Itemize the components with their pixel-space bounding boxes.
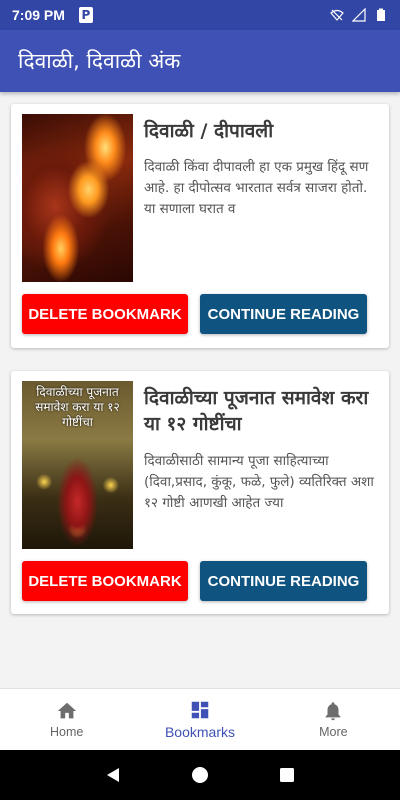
bookmark-description: दिवाळीसाठी सामान्य पूजा साहित्याच्या (दि… [144,453,374,511]
bookmark-list[interactable]: दिवाळी / दीपावली दिवाळी किंवा दीपावली हा… [0,92,400,688]
recents-icon[interactable] [278,766,296,784]
bookmark-description: दिवाळी किंवा दीपावली हा एक प्रमुख हिंदू … [144,159,369,217]
bookmark-title[interactable]: दिवाळी / दीपावली [144,118,380,144]
wifi-off-icon [330,9,344,21]
app-bar: दिवाळी, दिवाळी अंक [0,30,400,92]
nav-home[interactable]: Home [0,689,133,750]
page-title: दिवाळी, दिवाळी अंक [18,49,181,73]
system-navigation-bar [0,750,400,800]
nav-bookmarks[interactable]: Bookmarks [133,689,266,750]
delete-bookmark-button[interactable]: DELETE BOOKMARK [22,294,188,334]
status-time: 7:09 PM [12,7,65,23]
back-icon[interactable] [104,766,122,784]
bookmarks-icon [191,701,209,719]
continue-reading-button[interactable]: CONTINUE READING [200,294,367,334]
home-circle-icon[interactable] [191,766,209,784]
parking-notification-icon: P [78,7,93,23]
diya-thumbnail[interactable] [22,114,133,282]
status-bar: 7:09 PM P [0,0,400,30]
puja-thumbnail[interactable]: दिवाळीच्या पूजनात समावेश करा या १२ गोष्ट… [22,381,133,549]
bookmark-title[interactable]: दिवाळीच्या पूजनात समावेश करा या १२ गोष्ट… [144,385,380,437]
bookmark-card[interactable]: दिवाळीच्या पूजनात समावेश करा या १२ गोष्ट… [11,371,389,614]
thumbnail-caption: दिवाळीच्या पूजनात समावेश करा या १२ गोष्ट… [35,385,120,429]
nav-more[interactable]: More [267,689,400,750]
continue-reading-button[interactable]: CONTINUE READING [200,561,367,601]
battery-icon [377,8,385,21]
bottom-navigation: Home Bookmarks More [0,688,400,750]
nav-bookmarks-label: Bookmarks [164,724,235,740]
nav-home-label: Home [49,725,84,739]
home-icon [57,702,76,719]
delete-bookmark-button[interactable]: DELETE BOOKMARK [22,561,188,601]
bookmark-card[interactable]: दिवाळी / दीपावली दिवाळी किंवा दीपावली हा… [11,104,389,348]
nav-more-label: More [319,725,348,739]
signal-icon [352,8,366,22]
bell-icon [325,702,341,721]
